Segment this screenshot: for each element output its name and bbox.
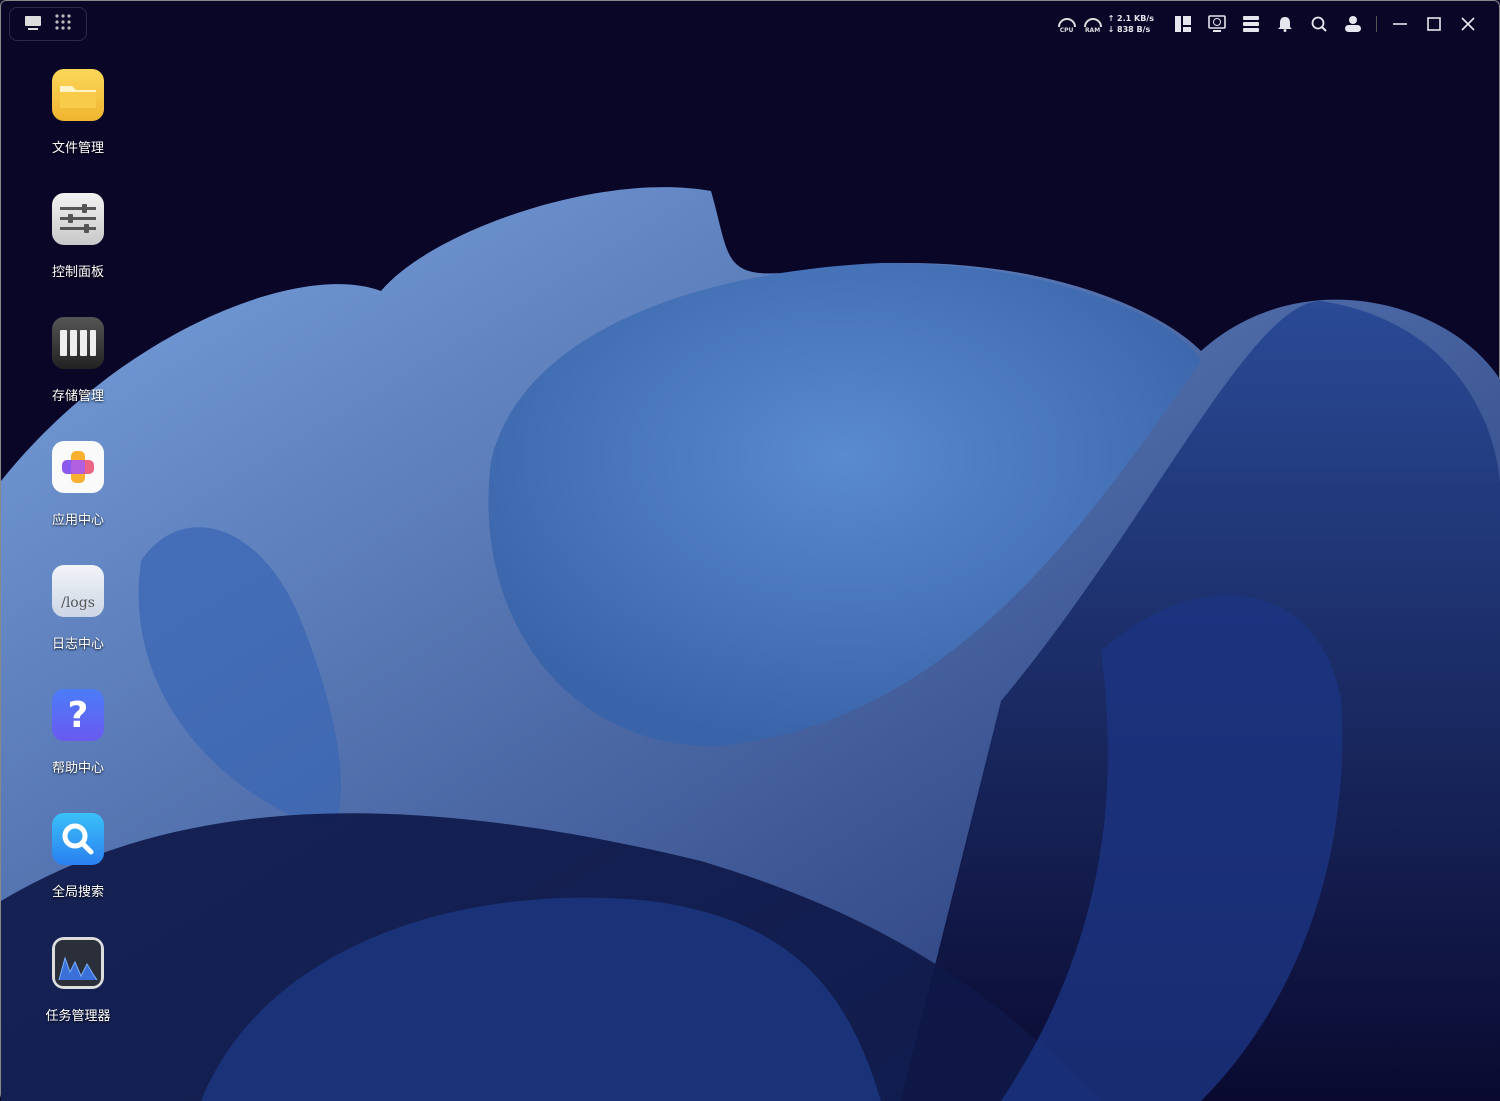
logs-icon: /logs	[52, 565, 104, 617]
desktop-app-log-center[interactable]: /logs 日志中心	[31, 565, 125, 689]
desktop-app-app-center[interactable]: 应用中心	[31, 441, 125, 565]
desktop-app-help-center[interactable]: ? 帮助中心	[31, 689, 125, 813]
task-manager-icon	[52, 937, 104, 989]
cpu-gauge[interactable]: CPU	[1054, 15, 1080, 34]
desktop-wallpaper	[1, 187, 1500, 1101]
top-left-switcher	[9, 7, 87, 41]
desktop-app-control-panel[interactable]: 控制面板	[31, 193, 125, 317]
search-icon[interactable]	[1302, 9, 1336, 39]
search-icon	[52, 813, 104, 865]
user-icon[interactable]	[1336, 9, 1370, 39]
storage-icon	[52, 317, 104, 369]
divider	[1376, 16, 1377, 32]
remote-desktop-icon[interactable]	[1200, 9, 1234, 39]
system-tray: CPU RAM ↑ 2.1 KB/s ↓ 838 B/s	[1054, 9, 1485, 39]
desktop-icons: 文件管理 控制面板 存储管理 应用中心 /logs 日志中心 ? 帮助中心 全局…	[31, 69, 125, 1061]
folder-icon	[52, 69, 104, 121]
desktop-app-file-manager[interactable]: 文件管理	[31, 69, 125, 193]
bell-icon[interactable]	[1268, 9, 1302, 39]
sliders-icon	[52, 193, 104, 245]
desktop-app-global-search[interactable]: 全局搜索	[31, 813, 125, 937]
minimize-icon[interactable]	[1383, 9, 1417, 39]
server-icon[interactable]	[1234, 9, 1268, 39]
close-icon[interactable]	[1451, 9, 1485, 39]
maximize-icon[interactable]	[1417, 9, 1451, 39]
app-center-icon	[52, 441, 104, 493]
desktop-icon[interactable]	[25, 15, 41, 34]
layout-icon[interactable]	[1166, 9, 1200, 39]
ram-gauge[interactable]: RAM	[1080, 15, 1106, 34]
grid-icon[interactable]	[55, 14, 71, 34]
desktop-app-storage-manager[interactable]: 存储管理	[31, 317, 125, 441]
desktop-app-task-manager[interactable]: 任务管理器	[31, 937, 125, 1061]
help-icon: ?	[52, 689, 104, 741]
network-speed: ↑ 2.1 KB/s ↓ 838 B/s	[1107, 14, 1154, 34]
